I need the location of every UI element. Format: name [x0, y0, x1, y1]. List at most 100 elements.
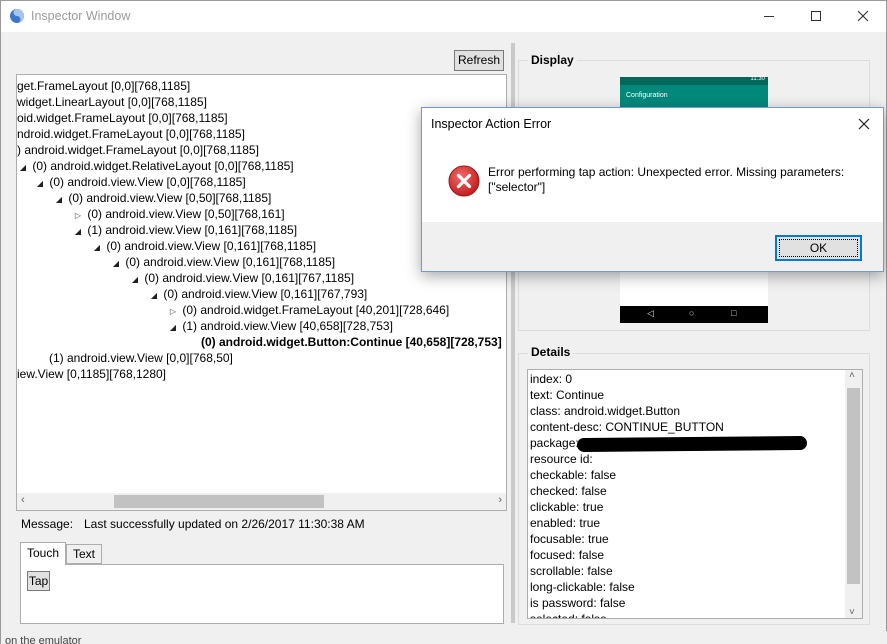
- expanded-arrow-icon[interactable]: ◢: [129, 272, 141, 288]
- device-app-bar: Configuration: [620, 85, 768, 107]
- tree-node[interactable]: ◢ (0) android.view.View [0,161][767,1185…: [129, 270, 354, 286]
- detail-line: content-desc: CONTINUE_BUTTON: [530, 420, 724, 434]
- scroll-down-icon[interactable]: ˅: [849, 607, 855, 618]
- tree-node-label: (1) android.view.View [0,0][768,50]: [49, 351, 233, 365]
- tab-text[interactable]: Text: [66, 544, 103, 564]
- detail-line: class: android.widget.Button: [530, 404, 681, 418]
- tree-node-selected[interactable]: (0) android.widget.Button:Continue [40,6…: [201, 334, 502, 350]
- scroll-right-icon[interactable]: ›: [498, 494, 502, 506]
- tree-node-label: widget.LinearLayout [0,0][768,1185]: [17, 95, 207, 109]
- title-bar[interactable]: Inspector Window: [1, 1, 886, 32]
- app-icon: [9, 8, 25, 24]
- horizontal-scrollbar[interactable]: ‹ ›: [17, 493, 506, 510]
- tree-node[interactable]: ◢ (0) android.view.View [0,161][768,1185…: [110, 254, 335, 270]
- tree-node-label: (0) android.view.View [0,50][768,1185]: [68, 191, 272, 205]
- error-icon: [448, 165, 480, 197]
- tree-node-label: (0) android.view.View [0,161][768,1185]: [125, 255, 336, 269]
- tree-node-label: (0) android.widget.RelativeLayout [0,0][…: [32, 159, 294, 173]
- tree-node[interactable]: ▷ (0) android.view.View [0,50][768,161]: [72, 206, 285, 222]
- tree-node-label: ndroid.widget.FrameLayout [0,0][768,1185…: [17, 127, 245, 141]
- message-label: Message:: [21, 517, 74, 531]
- tree-node[interactable]: iew.View [0,1185][768,1280]: [17, 366, 166, 382]
- detail-line: checked: false: [530, 484, 607, 498]
- detail-line: enabled: true: [530, 516, 601, 530]
- expanded-arrow-icon[interactable]: ◢: [17, 160, 29, 176]
- expanded-arrow-icon[interactable]: ◢: [110, 256, 122, 272]
- tree-node-label: oid.widget.FrameLayout [0,0][768,1185]: [17, 111, 228, 125]
- tree-node-label: (0) android.view.View [0,0][768,1185]: [49, 175, 246, 189]
- background-text: on the emulator: [5, 635, 82, 644]
- inspector-window: Inspector Window Refresh get.FrameLayout…: [0, 0, 887, 644]
- expanded-arrow-icon[interactable]: ◢: [53, 192, 65, 208]
- tree-node-label: (0) android.view.View [0,161][767,793]: [163, 287, 368, 301]
- expanded-arrow-icon[interactable]: ◢: [72, 224, 84, 240]
- tap-button[interactable]: Tap: [27, 571, 50, 591]
- ok-button[interactable]: OK: [775, 235, 862, 261]
- tree-node[interactable]: ) android.widget.FrameLayout [0,0][768,1…: [17, 142, 259, 158]
- detail-line: checkable: false: [530, 468, 617, 482]
- tab-touch[interactable]: Touch: [20, 542, 67, 565]
- expanded-arrow-icon[interactable]: ◢: [34, 176, 46, 192]
- tree-node[interactable]: ◢ (0) android.widget.RelativeLayout [0,0…: [17, 158, 294, 174]
- tree-node[interactable]: (1) android.view.View [0,0][768,50]: [49, 350, 233, 366]
- tree-node-label: (0) android.widget.Button:Continue [40,6…: [201, 335, 502, 349]
- tree-node-label: (0) android.widget.FrameLayout [40,201][…: [182, 303, 450, 317]
- tree-node-label: ) android.widget.FrameLayout [0,0][768,1…: [17, 143, 259, 157]
- detail-line: focusable: true: [530, 532, 609, 546]
- detail-line: index: 0: [530, 372, 573, 386]
- refresh-button[interactable]: Refresh: [454, 50, 504, 71]
- dialog-title: Inspector Action Error: [431, 117, 552, 131]
- detail-line: is password: false: [530, 596, 626, 610]
- tree-node-label: (0) android.view.View [0,161][767,1185]: [144, 271, 355, 285]
- tree-node[interactable]: widget.LinearLayout [0,0][768,1185]: [17, 94, 207, 110]
- device-clock: 11:30: [750, 76, 765, 82]
- tree-node[interactable]: ◢ (0) android.view.View [0,50][768,1185]: [53, 190, 271, 206]
- detail-line: clickable: true: [530, 500, 604, 514]
- minimize-icon[interactable]: [746, 1, 792, 32]
- display-title: Display: [528, 53, 577, 67]
- device-app-title: Configuration: [626, 92, 668, 99]
- touch-panel: Tap: [20, 564, 504, 624]
- vertical-scrollbar[interactable]: ˄ ˅: [845, 370, 862, 618]
- details-list[interactable]: index: 0 text: Continue class: android.w…: [527, 369, 863, 619]
- scroll-thumb[interactable]: [847, 388, 860, 584]
- device-nav-bar: ◁ ○ □: [620, 306, 768, 323]
- redaction-mark: [576, 435, 808, 453]
- back-icon[interactable]: ◁: [647, 308, 654, 319]
- tree-node-label: get.FrameLayout [0,0][768,1185]: [17, 79, 191, 93]
- scroll-thumb[interactable]: [114, 495, 324, 508]
- tree-node-label: (0) android.view.View [0,161][768,1185]: [106, 239, 317, 253]
- tree-node[interactable]: ◢ (1) android.view.View [0,161][768,1185…: [72, 222, 297, 238]
- tree-node[interactable]: ndroid.widget.FrameLayout [0,0][768,1185…: [17, 126, 245, 142]
- tree-node[interactable]: ◢ (0) android.view.View [0,161][767,793]: [148, 286, 367, 302]
- tree-node[interactable]: ▷ (0) android.widget.FrameLayout [40,201…: [167, 302, 449, 318]
- tree-node[interactable]: oid.widget.FrameLayout [0,0][768,1185]: [17, 110, 228, 126]
- expanded-arrow-icon[interactable]: ◢: [167, 320, 179, 336]
- detail-line: focused: false: [530, 548, 605, 562]
- tree-node[interactable]: ◢ (0) android.view.View [0,0][768,1185]: [34, 174, 246, 190]
- window-title: Inspector Window: [31, 9, 131, 23]
- detail-line: scrollable: false: [530, 564, 613, 578]
- detail-line: package:: [530, 436, 579, 450]
- close-icon[interactable]: [840, 1, 886, 32]
- tree-node-label: (1) android.view.View [0,161][768,1185]: [87, 223, 298, 237]
- tree-node-label: iew.View [0,1185][768,1280]: [17, 367, 167, 381]
- detail-line: resource id:: [530, 452, 593, 466]
- expanded-arrow-icon[interactable]: ◢: [91, 240, 103, 256]
- dialog-close-icon[interactable]: [854, 114, 874, 134]
- expanded-arrow-icon[interactable]: ◢: [148, 288, 160, 304]
- home-icon[interactable]: ○: [689, 308, 694, 318]
- maximize-icon[interactable]: [793, 1, 839, 32]
- detail-line: long-clickable: false: [530, 580, 635, 594]
- detail-line: selected: false: [530, 612, 607, 619]
- message-text: Last successfully updated on 2/26/2017 1…: [84, 517, 365, 531]
- tree-node[interactable]: ◢ (1) android.view.View [40,658][728,753…: [167, 318, 393, 334]
- recent-apps-icon[interactable]: □: [731, 308, 736, 318]
- tree-node-label: (1) android.view.View [40,658][728,753]: [182, 319, 393, 333]
- dialog-message: Error performing tap action: Unexpected …: [488, 165, 845, 194]
- detail-line: text: Continue: [530, 388, 605, 402]
- scroll-left-icon[interactable]: ‹: [21, 494, 25, 506]
- tree-node[interactable]: ◢ (0) android.view.View [0,161][768,1185…: [91, 238, 316, 254]
- scroll-up-icon[interactable]: ˄: [849, 370, 855, 381]
- tree-node[interactable]: get.FrameLayout [0,0][768,1185]: [17, 78, 190, 94]
